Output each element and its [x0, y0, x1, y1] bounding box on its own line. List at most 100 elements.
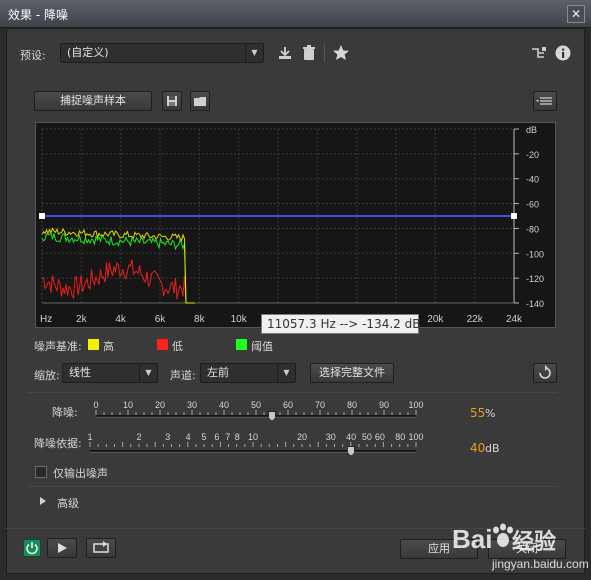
- trash-icon[interactable]: [300, 44, 318, 62]
- scale-label: 缩放:: [34, 369, 60, 382]
- chevron-down-icon: ▼: [139, 364, 157, 382]
- power-icon: [26, 542, 38, 555]
- noise-reduction-unit: %: [485, 407, 496, 420]
- open-noise-print-button[interactable]: [190, 91, 210, 111]
- reset-icon: [539, 365, 551, 379]
- threshold-point-left: [39, 213, 45, 219]
- slider-tick-label: 10: [123, 400, 133, 410]
- x-tick-label: 22k: [467, 314, 484, 325]
- channel-label: 声道:: [170, 369, 196, 382]
- frequency-tooltip: 11057.3 Hz --> -134.2 dB: [261, 314, 420, 334]
- noise-reduction-track[interactable]: [96, 415, 416, 418]
- scale-dropdown[interactable]: 线性 ▼: [62, 363, 158, 383]
- reduce-by-track[interactable]: [90, 450, 416, 453]
- slider-tick-label: 80: [347, 400, 357, 410]
- threshold-point-right: [511, 213, 517, 219]
- svg-text:Bai: Bai: [452, 524, 492, 554]
- reduce-by-label: 降噪依据:: [34, 437, 82, 450]
- output-noise-checkbox[interactable]: [35, 466, 47, 478]
- slider-tick-label: 20: [297, 432, 307, 442]
- save-noise-print-button[interactable]: [162, 91, 182, 111]
- slider-tick-label: 40: [219, 400, 229, 410]
- x-tick-label: 2k: [76, 314, 88, 325]
- title-bar: 效果 - 降噪 ✕: [0, 0, 591, 28]
- play-preview-button[interactable]: [47, 538, 77, 558]
- noise-reduction-value[interactable]: 55: [470, 406, 485, 420]
- slider-tick-label: 0: [93, 400, 98, 410]
- y-tick-label: -120: [526, 274, 544, 284]
- slider-tick-label: 2: [137, 432, 142, 442]
- slider-tick-label: 50: [362, 432, 372, 442]
- chevron-down-icon: ▼: [245, 44, 263, 62]
- slider-tick-label: 8: [235, 432, 240, 442]
- noise-profile-graph[interactable]: Hz2k4k6k8k10k12k14k16k18k20k22k24kdB-20-…: [35, 122, 556, 328]
- slider-tick-label: 100: [408, 432, 423, 442]
- slider-tick-label: 100: [408, 400, 423, 410]
- y-tick-label: -40: [526, 175, 539, 185]
- slider-tick-label: 20: [155, 400, 165, 410]
- toolbar-divider: [324, 44, 325, 62]
- output-noise-label: 仅输出噪声: [53, 467, 108, 480]
- noise-low-trace: [41, 259, 195, 304]
- legend-swatch-threshold: [236, 339, 247, 350]
- capture-noise-print-button[interactable]: 捕捉噪声样本: [34, 91, 152, 111]
- save-preset-icon[interactable]: [276, 44, 294, 62]
- reset-button[interactable]: [533, 363, 557, 383]
- y-tick-label: -140: [526, 299, 544, 309]
- noise-graph-canvas[interactable]: Hz2k4k6k8k10k12k14k16k18k20k22k24kdB-20-…: [36, 123, 557, 329]
- window-title: 效果 - 降噪: [8, 8, 68, 22]
- legend-label: 噪声基准:: [34, 340, 82, 353]
- y-tick-label: -100: [526, 249, 544, 259]
- y-tick-label: -80: [526, 224, 539, 234]
- slider-tick-label: 5: [201, 432, 206, 442]
- legend-low-label: 低: [172, 340, 183, 353]
- presets-dropdown[interactable]: (自定义) ▼: [60, 43, 264, 63]
- floppy-icon: [167, 96, 177, 106]
- presets-value: (自定义): [67, 46, 109, 59]
- presets-label: 预设:: [20, 49, 46, 62]
- slider-tick-label: 30: [187, 400, 197, 410]
- menu-list-icon: [536, 97, 552, 105]
- slider-tick-label: 50: [251, 400, 261, 410]
- slider-tick-label: 40: [346, 432, 356, 442]
- expand-triangle-icon[interactable]: [38, 496, 48, 506]
- noise-reduction-scale: 0 10 20 30 40 50 60 70 80 90 100: [93, 400, 424, 415]
- y-tick-label: -60: [526, 200, 539, 210]
- slider-tick-label: 6: [214, 432, 219, 442]
- scale-value: 线性: [69, 366, 91, 379]
- play-icon: [58, 543, 67, 553]
- loop-toggle-button[interactable]: [86, 538, 116, 558]
- channel-dropdown[interactable]: 左前 ▼: [200, 363, 296, 383]
- slider-tick-label: 60: [283, 400, 293, 410]
- slider-tick-label: 80: [395, 432, 405, 442]
- y-tick-label: -20: [526, 150, 539, 160]
- svg-text:jingyan.baidu.com: jingyan.baidu.com: [491, 557, 588, 571]
- panel-menu-button[interactable]: [533, 91, 557, 111]
- window-close-button[interactable]: ✕: [567, 5, 585, 23]
- legend-high-label: 高: [103, 340, 114, 353]
- slider-tick-label: 1: [87, 432, 92, 442]
- x-tick-label: Hz: [40, 314, 52, 325]
- chevron-down-icon: ▼: [277, 364, 295, 382]
- loop-icon: [93, 541, 109, 553]
- x-tick-label: 20k: [427, 314, 444, 325]
- info-icon[interactable]: [554, 44, 572, 62]
- section-divider: [28, 486, 558, 487]
- select-entire-file-button[interactable]: 选择完整文件: [310, 363, 394, 383]
- legend-swatch-low: [157, 339, 168, 350]
- power-toggle-button[interactable]: [23, 539, 41, 557]
- slider-tick-label: 7: [225, 432, 230, 442]
- slider-tick-label: 70: [315, 400, 325, 410]
- section-divider: [28, 392, 558, 393]
- routing-icon[interactable]: [530, 44, 548, 62]
- folder-icon: [194, 97, 206, 106]
- slider-tick-label: 4: [186, 432, 191, 442]
- advanced-label[interactable]: 高级: [57, 495, 79, 511]
- legend-swatch-high: [88, 339, 99, 350]
- favorites-star-icon[interactable]: [332, 44, 350, 62]
- x-tick-label: 24k: [506, 314, 523, 325]
- legend-threshold-label: 阈值: [251, 340, 273, 353]
- x-tick-label: 4k: [115, 314, 127, 325]
- noise-reduction-label: 降噪:: [52, 406, 78, 419]
- reduce-by-value[interactable]: 40: [470, 441, 485, 455]
